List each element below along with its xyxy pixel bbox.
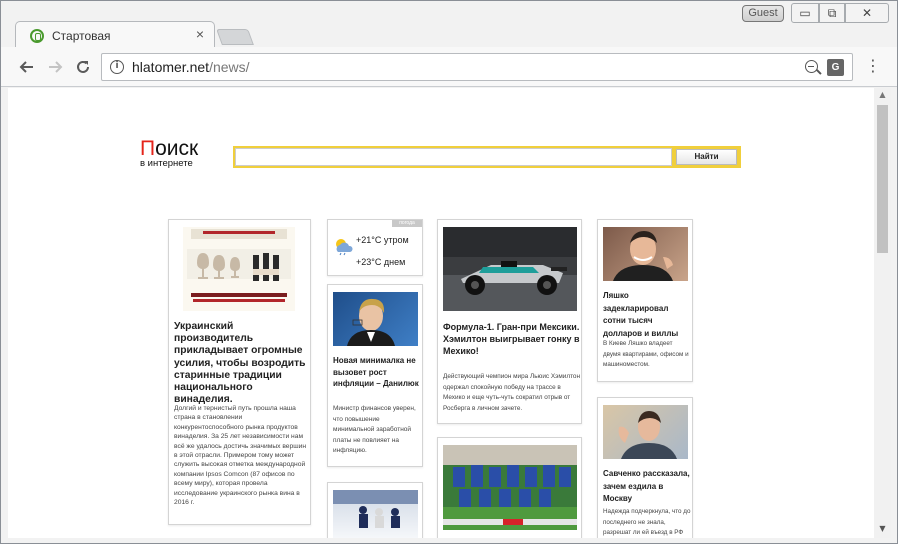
- reload-icon: [77, 60, 89, 73]
- savchenko-title[interactable]: Савченко рассказала, зачем ездила в Моск…: [603, 468, 691, 506]
- weather-morning: +21°C утром: [356, 235, 409, 245]
- tab-strip: Стартовая × Guest ▭ ⧉ ✕: [1, 1, 897, 49]
- lyashko-photo: [603, 227, 688, 281]
- news-card-hockey[interactable]: [327, 482, 423, 538]
- news-card-football[interactable]: [437, 437, 582, 538]
- forward-arrow-icon: [49, 61, 63, 73]
- savchenko-photo: [603, 405, 688, 459]
- tab-start[interactable]: Стартовая ×: [15, 21, 215, 49]
- formula-text: Действующий чемпион мира Льюис Хэмилтон …: [443, 373, 581, 412]
- browser-window: Стартовая × Guest ▭ ⧉ ✕ i hlatomer.net/n…: [0, 0, 898, 544]
- football-photo: [443, 445, 577, 530]
- url-host: hlatomer.net: [132, 59, 210, 75]
- formula-title[interactable]: Формула-1. Гран-при Мексики. Хэмилтон вы…: [443, 321, 581, 358]
- search-logo: Поиск в интернете: [140, 137, 199, 170]
- minimize-icon: ▭: [799, 6, 811, 20]
- maximize-button[interactable]: ⧉: [819, 3, 845, 23]
- lyashko-text: В Киеве Ляшко владеет двумя квартирами, …: [603, 340, 689, 368]
- news-card-lyashko[interactable]: Ляшко задекларировал сотни тысяч долларо…: [597, 219, 693, 382]
- logo-first-letter: П: [140, 137, 156, 160]
- winery-image: [183, 227, 295, 311]
- guest-profile-button[interactable]: Guest: [742, 5, 784, 22]
- search-form: Найти: [233, 146, 741, 168]
- weather-day: +23°C днем: [356, 257, 406, 267]
- zoom-icon[interactable]: [805, 60, 818, 73]
- favicon-icon: [30, 29, 44, 43]
- maximize-icon: ⧉: [827, 6, 837, 20]
- info-icon[interactable]: i: [110, 60, 124, 74]
- page-viewport: Поиск в интернете Найти Украинский произ…: [8, 88, 874, 538]
- translate-icon[interactable]: G: [827, 59, 844, 76]
- danilyuk-title[interactable]: Новая минималка не вызовет рост инфляции…: [333, 355, 421, 390]
- address-bar[interactable]: i hlatomer.net/news/ G: [101, 53, 853, 81]
- tab-title: Стартовая: [52, 29, 111, 43]
- search-input[interactable]: [235, 148, 672, 166]
- formula-photo: [443, 227, 577, 311]
- logo-rest: оиск: [155, 137, 199, 160]
- new-tab-button[interactable]: [216, 29, 254, 45]
- search-button[interactable]: Найти: [676, 149, 737, 165]
- scroll-thumb[interactable]: [877, 105, 888, 253]
- weather-widget[interactable]: погода +21°C утром +23°C днем: [327, 219, 423, 276]
- url-text[interactable]: hlatomer.net/news/: [132, 59, 250, 75]
- scroll-down-icon[interactable]: ▼: [874, 524, 891, 536]
- forward-button[interactable]: [43, 55, 67, 79]
- danilyuk-photo: [333, 292, 418, 346]
- weather-badge: погода: [392, 220, 422, 227]
- news-card-formula[interactable]: Формула-1. Гран-при Мексики. Хэмилтон вы…: [437, 219, 582, 424]
- back-arrow-icon: [19, 61, 33, 73]
- winery-text: Долгий и тернистый путь прошла наша стра…: [174, 405, 307, 507]
- menu-icon[interactable]: ⋮: [863, 55, 883, 79]
- toolbar: i hlatomer.net/news/ G ⋮: [1, 47, 897, 87]
- back-button[interactable]: [15, 55, 39, 79]
- vertical-scrollbar[interactable]: ▲ ▼: [874, 88, 891, 538]
- scroll-up-icon[interactable]: ▲: [874, 90, 891, 102]
- close-icon: ✕: [861, 6, 873, 20]
- news-card-danilyuk[interactable]: Новая минималка не вызовет рост инфляции…: [327, 284, 423, 467]
- savchenko-text: Надеждa подчеркнула, что до последнего н…: [603, 508, 691, 536]
- url-path: /news/: [209, 59, 250, 75]
- reload-button[interactable]: [71, 55, 95, 79]
- lyashko-title[interactable]: Ляшко задекларировал сотни тысяч долларо…: [603, 290, 691, 340]
- minimize-button[interactable]: ▭: [791, 3, 819, 23]
- partly-cloudy-icon: [336, 239, 353, 256]
- winery-title[interactable]: Украинский производитель прикладывает ог…: [174, 321, 308, 406]
- news-card-winery[interactable]: Украинский производитель прикладывает ог…: [168, 219, 311, 525]
- close-window-button[interactable]: ✕: [845, 3, 889, 23]
- hockey-photo: [333, 490, 418, 538]
- close-tab-icon[interactable]: ×: [196, 26, 204, 42]
- logo-subtitle: в интернете: [140, 158, 193, 169]
- news-card-savchenko[interactable]: Савченко рассказала, зачем ездила в Моск…: [597, 397, 693, 538]
- danilyuk-text: Министр финансов уверен, что повышение м…: [333, 405, 416, 454]
